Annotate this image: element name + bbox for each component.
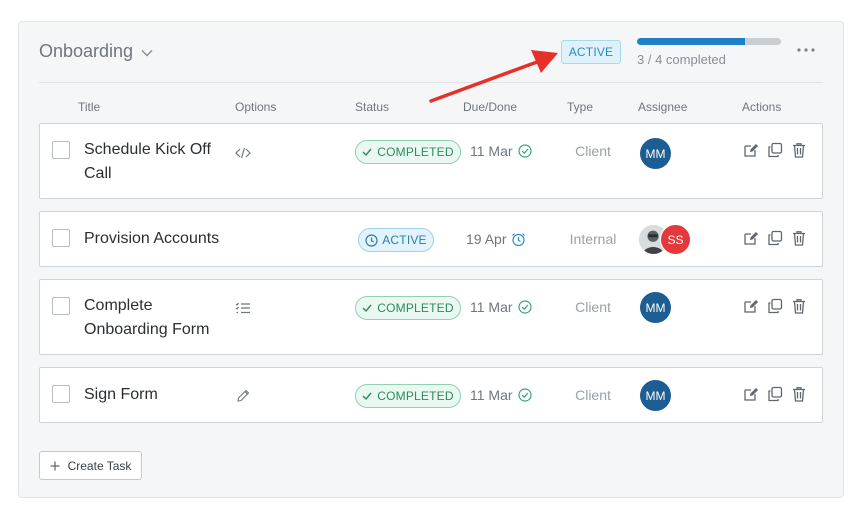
task-row[interactable]: Provision Accounts ACTIVE 19 Apr Interna…: [39, 211, 823, 267]
create-task-label: Create Task: [67, 458, 132, 473]
column-header-options: Options: [235, 100, 277, 114]
code-icon[interactable]: [235, 145, 251, 161]
trash-icon[interactable]: [791, 386, 807, 402]
task-type: Client: [575, 299, 611, 315]
section-title-text: Onboarding: [39, 41, 134, 61]
edit-icon[interactable]: [743, 386, 759, 402]
chevron-down-icon: [141, 49, 153, 57]
task-type: Internal: [569, 231, 617, 247]
check-icon: [362, 304, 372, 312]
task-title[interactable]: Schedule Kick Off Call: [84, 138, 224, 186]
due-date: 19 Apr: [466, 231, 526, 247]
task-title[interactable]: Complete Onboarding Form: [84, 294, 234, 342]
check-circle-icon: [517, 300, 532, 314]
avatar[interactable]: MM: [640, 380, 671, 411]
edit-icon[interactable]: [743, 230, 759, 246]
avatar[interactable]: MM: [640, 292, 671, 323]
task-actions: [743, 142, 807, 158]
edit-icon[interactable]: [743, 298, 759, 314]
task-checkbox[interactable]: [52, 229, 70, 247]
plus-icon: [50, 461, 60, 470]
duplicate-icon[interactable]: [767, 142, 783, 158]
create-task-button[interactable]: Create Task: [39, 451, 142, 480]
clock-icon: [365, 233, 378, 247]
task-row[interactable]: Sign Form COMPLETED 11 Mar Client MM: [39, 367, 823, 423]
progress-text: 3 / 4 completed: [637, 52, 726, 67]
section-status-badge: ACTIVE: [561, 40, 621, 64]
due-date: 11 Mar: [470, 299, 532, 315]
trash-icon[interactable]: [791, 142, 807, 158]
trash-icon[interactable]: [791, 230, 807, 246]
due-date-text: 11 Mar: [470, 143, 513, 159]
duplicate-icon[interactable]: [767, 298, 783, 314]
more-horizontal-icon: [797, 48, 815, 52]
more-options-button[interactable]: [794, 40, 818, 60]
due-date-text: 11 Mar: [470, 299, 513, 315]
task-type: Client: [575, 387, 611, 403]
duplicate-icon[interactable]: [767, 230, 783, 246]
task-checkbox[interactable]: [52, 141, 70, 159]
avatar[interactable]: MM: [640, 138, 671, 169]
header-divider: [39, 82, 823, 83]
due-date-text: 19 Apr: [466, 231, 507, 247]
check-circle-icon: [517, 144, 532, 158]
task-type: Client: [575, 143, 611, 159]
status-text: ACTIVE: [382, 233, 427, 247]
status-badge: ACTIVE: [358, 228, 434, 252]
list-icon[interactable]: [235, 300, 251, 316]
column-header-due: Due/Done: [463, 100, 518, 114]
avatar[interactable]: SS: [660, 224, 691, 255]
status-text: COMPLETED: [377, 145, 454, 159]
status-badge: COMPLETED: [355, 296, 461, 320]
section-title[interactable]: Onboarding: [39, 41, 153, 62]
task-title[interactable]: Provision Accounts: [84, 227, 234, 251]
task-actions: [743, 386, 807, 402]
check-circle-icon: [517, 388, 532, 402]
task-checkbox[interactable]: [52, 297, 70, 315]
status-badge: COMPLETED: [355, 384, 461, 408]
column-header-actions: Actions: [742, 100, 782, 114]
alarm-clock-icon: [512, 232, 526, 246]
due-date: 11 Mar: [470, 143, 532, 159]
check-icon: [362, 148, 372, 156]
progress-bar: [637, 38, 781, 45]
check-icon: [362, 392, 372, 400]
column-header-assignee: Assignee: [638, 100, 688, 114]
status-badge: COMPLETED: [355, 140, 461, 164]
task-title[interactable]: Sign Form: [84, 383, 224, 407]
task-row[interactable]: Schedule Kick Off Call COMPLETED 11 Mar …: [39, 123, 823, 199]
due-date-text: 11 Mar: [470, 387, 513, 403]
duplicate-icon[interactable]: [767, 386, 783, 402]
column-header-title: Title: [78, 100, 101, 114]
edit-icon[interactable]: [743, 142, 759, 158]
task-row[interactable]: Complete Onboarding Form COMPLETED 11 Ma…: [39, 279, 823, 355]
progress-fill: [637, 38, 745, 45]
due-date: 11 Mar: [470, 387, 532, 403]
status-text: COMPLETED: [377, 301, 454, 315]
pencil-icon[interactable]: [235, 388, 251, 404]
task-actions: [743, 230, 807, 246]
status-text: COMPLETED: [377, 389, 454, 403]
column-header-status: Status: [355, 100, 390, 114]
trash-icon[interactable]: [791, 298, 807, 314]
task-checkbox[interactable]: [52, 385, 70, 403]
task-actions: [743, 298, 807, 314]
column-header-type: Type: [567, 100, 594, 114]
